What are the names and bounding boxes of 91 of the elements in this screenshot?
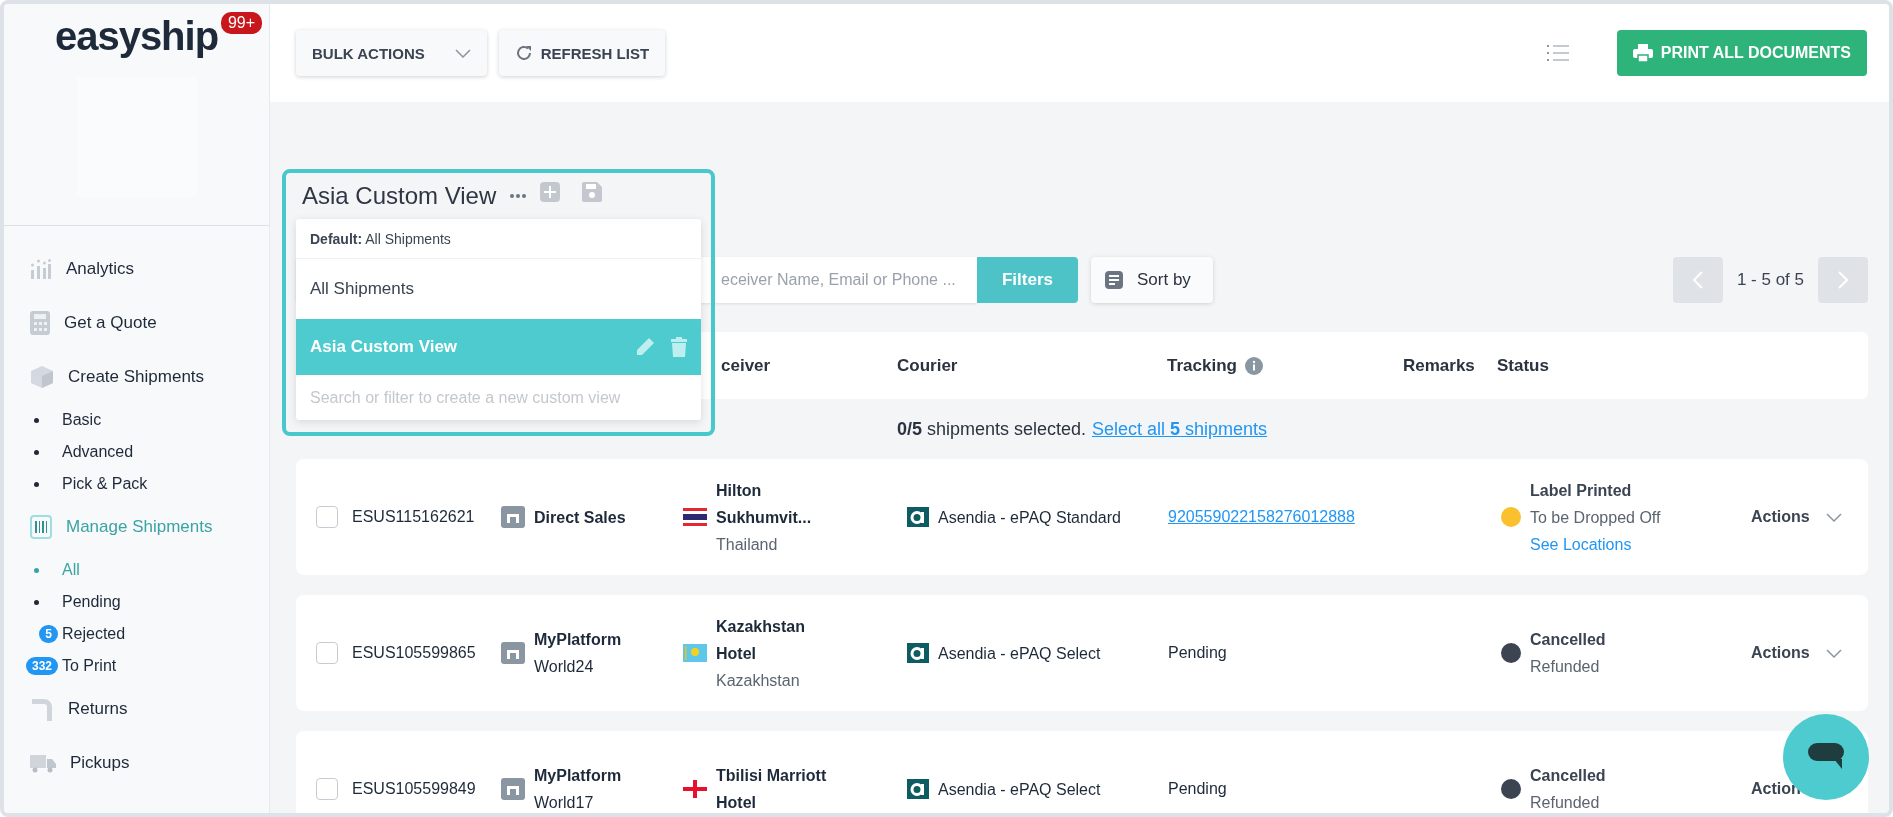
courier-name: Asendia - ePAQ Select xyxy=(938,643,1102,664)
status-detail: Refunded xyxy=(1530,657,1601,677)
default-view-label: Default: All Shipments xyxy=(296,219,701,259)
count-badge: 5 xyxy=(39,625,58,643)
column-header: Tracking xyxy=(1167,355,1237,376)
bulk-actions-button[interactable]: BULK ACTIONS xyxy=(296,30,487,76)
sidebar-subitem[interactable]: Pick & Pack xyxy=(4,468,269,500)
list-view-icon[interactable] xyxy=(1546,44,1569,62)
shipment-id: ESUS105599865 xyxy=(352,644,476,662)
chat-bubble-icon xyxy=(1808,743,1844,771)
shipment-id: ESUS115162621 xyxy=(352,508,475,526)
store-subname: World24 xyxy=(534,657,595,677)
store-icon xyxy=(501,642,525,664)
box-icon xyxy=(30,365,54,389)
store-icon xyxy=(501,506,525,528)
store-name: Direct Sales xyxy=(534,507,626,528)
sort-icon xyxy=(1105,271,1123,289)
receiver-country: Kazakhstan xyxy=(716,670,801,691)
custom-view-hint: Search or filter to create a new custom view xyxy=(309,387,622,408)
actions-menu[interactable]: Actions xyxy=(1751,644,1810,662)
status-detail: Refunded xyxy=(1530,793,1601,813)
previous-page-button[interactable] xyxy=(1672,257,1723,303)
save-icon[interactable] xyxy=(582,182,603,202)
truck-icon xyxy=(30,753,56,773)
chevron-left-icon xyxy=(1692,271,1703,289)
courier-logo-icon xyxy=(907,643,929,663)
sidebar-subitem[interactable]: 5 Rejected xyxy=(4,618,269,650)
bar-chart-icon xyxy=(30,259,52,279)
count-badge: 332 xyxy=(25,657,58,675)
easyship-logo[interactable]: easyship xyxy=(54,14,219,59)
sidebar-subitem[interactable]: Basic xyxy=(4,404,269,436)
more-icon[interactable] xyxy=(510,194,527,198)
selection-count-text: 0/5 shipments selected. xyxy=(896,418,1086,440)
trash-icon[interactable] xyxy=(671,337,687,357)
status-label: Cancelled xyxy=(1530,766,1606,786)
next-page-button[interactable] xyxy=(1818,257,1868,303)
info-icon xyxy=(1244,356,1263,375)
store-name: MyPlatform xyxy=(534,766,622,786)
row-checkbox[interactable] xyxy=(316,778,338,800)
courier-name: Asendia - ePAQ Select xyxy=(938,779,1102,800)
courier-logo-icon xyxy=(907,507,929,527)
notification-badge: 99+ xyxy=(220,12,263,34)
sort-by-button[interactable]: Sort by xyxy=(1091,257,1213,303)
chevron-down-icon xyxy=(1825,648,1842,658)
status-detail: To be Dropped Off xyxy=(1530,507,1661,528)
receiver-name: Tbilisi Marriott Hotel xyxy=(716,766,828,813)
barcode-icon xyxy=(30,515,52,539)
row-checkbox[interactable] xyxy=(316,642,338,664)
tracking-status: Pending xyxy=(1168,780,1227,798)
refresh-list-button[interactable]: REFRESH LIST xyxy=(498,30,666,76)
printer-icon xyxy=(1632,44,1653,62)
add-icon[interactable] xyxy=(540,182,561,202)
flag-icon xyxy=(683,508,707,526)
return-arrow-icon xyxy=(30,696,54,722)
chevron-down-icon xyxy=(454,48,471,58)
column-header: Courier xyxy=(897,355,958,376)
courier-name: Asendia - ePAQ Standard xyxy=(938,507,1122,528)
sidebar-subitem[interactable]: 332 To Print xyxy=(4,650,269,682)
courier-logo-icon xyxy=(907,779,929,799)
column-header: ceiver xyxy=(721,355,771,376)
chevron-right-icon xyxy=(1838,271,1848,289)
custom-view-title: Asia Custom View xyxy=(302,182,497,210)
status-label: Cancelled xyxy=(1530,630,1606,650)
shipment-id: ESUS105599849 xyxy=(352,780,476,798)
store-name: MyPlatform xyxy=(534,630,622,650)
receiver-name: Kazakhstan Hotel xyxy=(716,616,806,664)
sidebar-item[interactable]: Get a Quote xyxy=(4,296,269,350)
store-icon xyxy=(501,778,525,800)
sidebar-subitem[interactable]: Pending xyxy=(4,586,269,618)
receiver-country: Thailand xyxy=(716,534,779,555)
flag-icon xyxy=(683,644,707,662)
actions-menu[interactable]: Actions xyxy=(1751,508,1810,526)
sidebar-item[interactable]: Analytics xyxy=(4,242,269,296)
row-checkbox[interactable] xyxy=(316,506,338,528)
chevron-down-icon xyxy=(1825,512,1842,522)
sidebar-item[interactable]: Pickups xyxy=(4,736,269,790)
pagination-text: 1 - 5 of 5 xyxy=(1736,270,1804,290)
status-label: Label Printed xyxy=(1530,480,1633,501)
sidebar-item[interactable]: Create Shipments xyxy=(4,350,269,404)
column-header: Remarks xyxy=(1403,355,1475,376)
column-header: Status xyxy=(1497,355,1549,376)
receiver-name: Hilton Sukhumvit... xyxy=(716,480,813,528)
tracking-status: Pending xyxy=(1168,644,1227,662)
refresh-icon xyxy=(514,44,533,62)
pencil-icon[interactable] xyxy=(635,337,655,357)
sidebar-subitem[interactable]: Advanced xyxy=(4,436,269,468)
sidebar-item[interactable]: Returns xyxy=(4,682,269,736)
calculator-icon xyxy=(30,311,50,335)
store-subname: World17 xyxy=(534,793,595,813)
flag-icon xyxy=(683,780,707,798)
view-option[interactable]: All Shipments xyxy=(296,259,701,319)
